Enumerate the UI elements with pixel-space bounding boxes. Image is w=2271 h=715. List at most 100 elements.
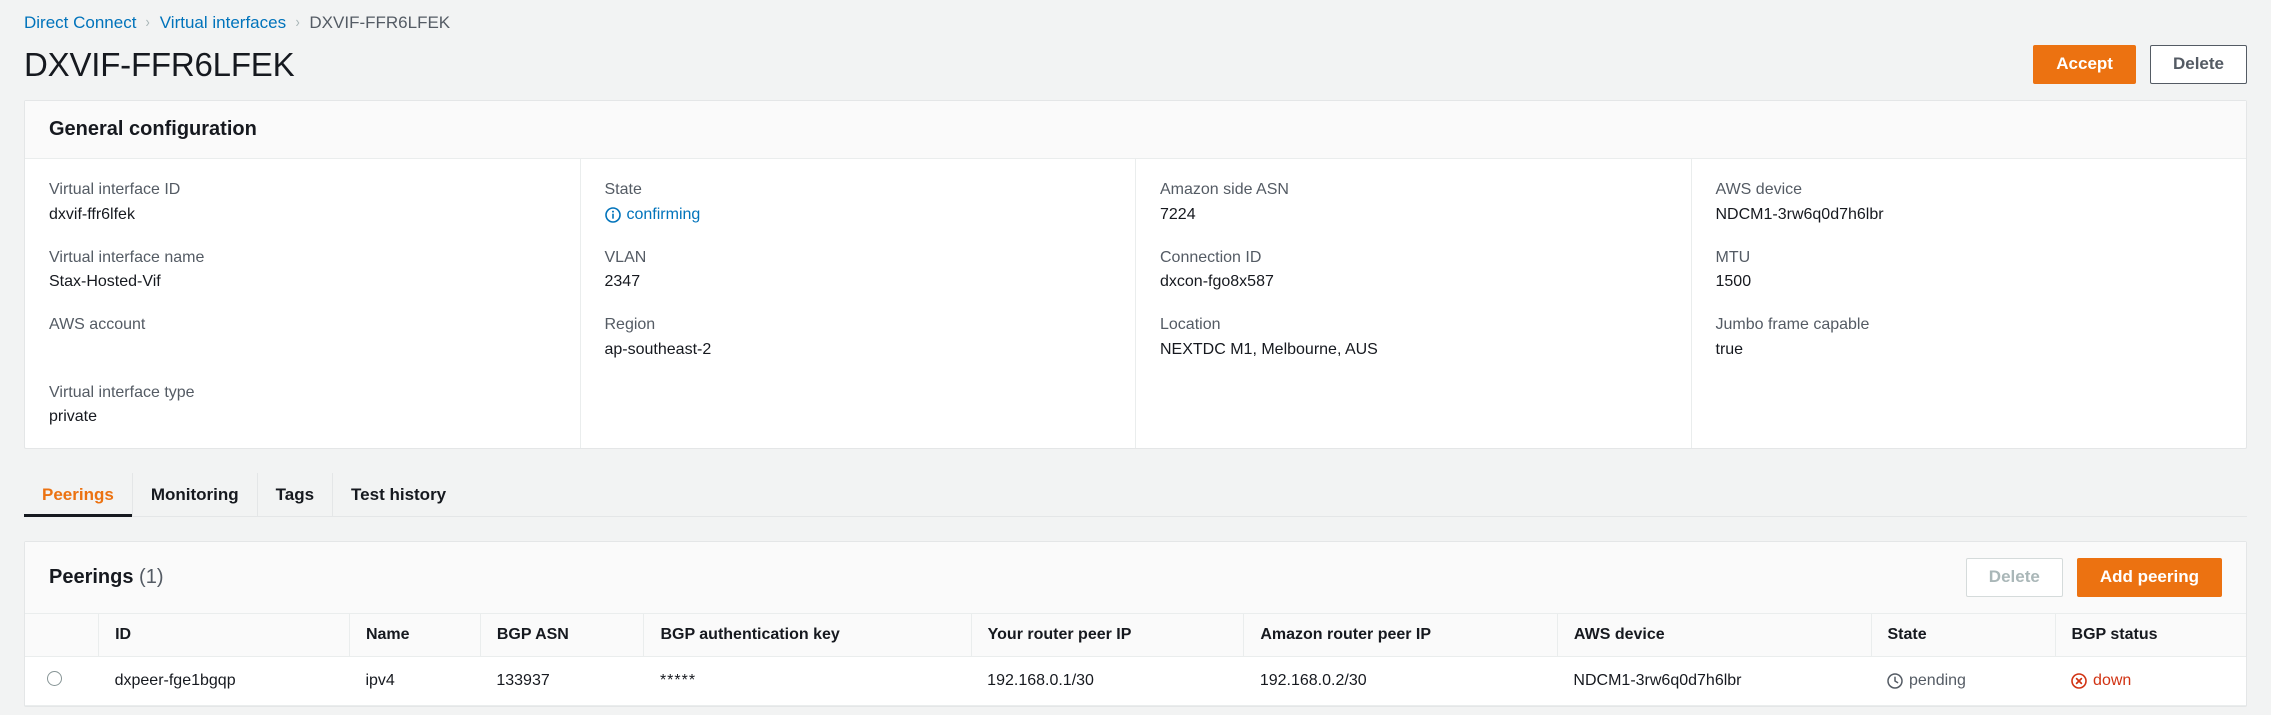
- column-header-aws-device[interactable]: AWS device: [1556, 614, 1871, 658]
- cell-state: pending: [1871, 656, 2056, 707]
- general-configuration-body: Virtual interface ID dxvif-ffr6lfek Virt…: [25, 158, 2247, 449]
- header-actions: Accept Delete: [2033, 45, 2247, 84]
- config-column-4: AWS device NDCM1-3rw6q0d7h6lbr MTU 1500 …: [1692, 159, 2247, 448]
- field-label: Amazon side ASN: [1160, 180, 1289, 198]
- column-header-your-router-peer-ip[interactable]: Your router peer IP: [970, 614, 1244, 658]
- cell-bgp-status: down: [2055, 656, 2246, 707]
- info-icon: [604, 206, 621, 223]
- field-value: 1500: [1715, 273, 1752, 291]
- field-value: confirming: [604, 204, 1112, 226]
- column-header-id[interactable]: ID: [98, 614, 350, 658]
- state-text: confirming: [626, 205, 701, 223]
- field-aws-device: AWS device NDCM1-3rw6q0d7h6lbr: [1716, 179, 2223, 226]
- field-label: AWS device: [1715, 180, 1803, 198]
- field-label: Connection ID: [1160, 248, 1262, 266]
- add-peering-button[interactable]: Add peering: [2076, 558, 2222, 598]
- field-value: dxvif-ffr6lfek: [49, 205, 135, 223]
- breadcrumb-item-current: DXVIF-FFR6LFEK: [309, 13, 451, 32]
- tab-monitoring[interactable]: Monitoring: [133, 473, 258, 517]
- field-virtual-interface-name: Virtual interface name Stax-Hosted-Vif: [49, 247, 556, 294]
- page-header: DXVIF-FFR6LFEK Accept Delete: [0, 31, 2271, 100]
- column-header-bgp-asn[interactable]: BGP ASN: [479, 614, 644, 658]
- peerings-header: Peerings (1) Delete Add peering: [25, 542, 2246, 615]
- field-connection-id: Connection ID dxcon-fgo8x587: [1160, 247, 1667, 294]
- field-value: private: [49, 408, 98, 426]
- tab-peerings[interactable]: Peerings: [24, 473, 133, 518]
- column-header-bgp-status[interactable]: BGP status: [2054, 614, 2246, 658]
- clock-icon: [1887, 673, 1903, 689]
- field-label: Virtual interface type: [49, 383, 195, 401]
- table-header-row: ID Name BGP ASN BGP authentication key Y…: [25, 614, 2246, 658]
- bgp-status-text: down: [2093, 672, 2132, 690]
- field-label: State: [604, 180, 642, 198]
- column-header-state[interactable]: State: [1870, 614, 2056, 658]
- breadcrumb-item-direct-connect[interactable]: Direct Connect: [24, 14, 136, 31]
- state-text: pending: [1909, 672, 1966, 690]
- config-column-1: Virtual interface ID dxvif-ffr6lfek Virt…: [25, 158, 581, 449]
- field-value: [49, 339, 556, 361]
- field-label: AWS account: [49, 316, 146, 334]
- field-aws-account: AWS account: [49, 314, 556, 361]
- field-location: Location NEXTDC M1, Melbourne, AUS: [1160, 314, 1667, 361]
- delete-vif-button[interactable]: Delete: [2149, 45, 2247, 84]
- column-header-amazon-router-peer-ip[interactable]: Amazon router peer IP: [1243, 614, 1558, 658]
- field-label: Region: [604, 316, 656, 334]
- select-all-header: [25, 614, 99, 658]
- field-value: ap-southeast-2: [604, 340, 712, 358]
- cell-bgp-authentication-key: *****: [643, 656, 972, 707]
- cell-name: ipv4: [349, 656, 481, 707]
- row-select-cell: [25, 656, 99, 707]
- field-jumbo-frame-capable: Jumbo frame capable true: [1716, 314, 2223, 361]
- breadcrumb-item-virtual-interfaces[interactable]: Virtual interfaces: [160, 14, 286, 31]
- field-value: true: [1715, 340, 1744, 358]
- peerings-table: ID Name BGP ASN BGP authentication key Y…: [25, 614, 2246, 707]
- field-state: State confirming: [605, 179, 1112, 226]
- page-root: Direct Connect › Virtual interfaces › DX…: [0, 0, 2271, 715]
- field-value: NDCM1-3rw6q0d7h6lbr: [1715, 205, 1884, 223]
- tab-tags[interactable]: Tags: [258, 473, 334, 517]
- breadcrumb: Direct Connect › Virtual interfaces › DX…: [0, 0, 2271, 31]
- error-circle-icon: [2071, 673, 2087, 690]
- field-value: 7224: [1160, 205, 1196, 223]
- field-label: VLAN: [604, 248, 647, 266]
- table-row[interactable]: dxpeer-fge1bgqp ipv4 133937 ***** 192.16…: [25, 656, 2246, 707]
- column-header-name[interactable]: Name: [348, 614, 481, 658]
- status-badge: down: [2071, 672, 2246, 690]
- general-configuration-title: General configuration: [49, 117, 257, 140]
- field-vlan: VLAN 2347: [605, 247, 1112, 294]
- general-configuration-header: General configuration: [25, 100, 2246, 159]
- status-badge: pending: [1887, 672, 2055, 690]
- cell-your-router-peer-ip: 192.168.0.1/30: [971, 656, 1244, 707]
- config-column-3: Amazon side ASN 7224 Connection ID dxcon…: [1136, 158, 1692, 449]
- row-radio-button[interactable]: [47, 671, 62, 687]
- field-virtual-interface-id: Virtual interface ID dxvif-ffr6lfek: [49, 179, 556, 226]
- field-region: Region ap-southeast-2: [605, 314, 1112, 361]
- delete-peering-button[interactable]: Delete: [1965, 558, 2063, 598]
- column-header-bgp-authentication-key[interactable]: BGP authentication key: [643, 614, 972, 658]
- tab-test-history[interactable]: Test history: [333, 473, 464, 516]
- field-amazon-side-asn: Amazon side ASN 7224: [1160, 179, 1667, 226]
- peerings-title: Peerings (1): [49, 565, 164, 590]
- field-label: Virtual interface name: [49, 248, 205, 266]
- accept-button[interactable]: Accept: [2033, 45, 2136, 84]
- field-label: Location: [1160, 316, 1221, 334]
- field-virtual-interface-type: Virtual interface type private: [49, 382, 556, 429]
- config-column-2: State confirming VLAN 2347 Region ap-sou…: [581, 158, 1136, 449]
- cell-aws-device: NDCM1-3rw6q0d7h6lbr: [1557, 656, 1871, 707]
- peerings-card: Peerings (1) Delete Add peering ID Name …: [24, 541, 2247, 708]
- field-value: dxcon-fgo8x587: [1160, 273, 1274, 291]
- cell-amazon-router-peer-ip: 192.168.0.2/30: [1243, 656, 1558, 707]
- peerings-count: (1): [139, 566, 164, 589]
- general-configuration-card: General configuration Virtual interface …: [24, 99, 2247, 450]
- tab-bar: Peerings Monitoring Tags Test history: [24, 473, 2247, 518]
- field-value: NEXTDC M1, Melbourne, AUS: [1160, 340, 1378, 358]
- field-label: Jumbo frame capable: [1715, 316, 1870, 334]
- peerings-actions: Delete Add peering: [1965, 558, 2222, 598]
- cell-id: dxpeer-fge1bgqp: [98, 656, 350, 707]
- chevron-right-icon: ›: [145, 13, 151, 31]
- field-label: MTU: [1715, 248, 1751, 266]
- page-title: DXVIF-FFR6LFEK: [24, 45, 295, 83]
- field-label: Virtual interface ID: [49, 180, 181, 198]
- peerings-title-text: Peerings: [49, 566, 134, 589]
- field-value: 2347: [604, 273, 641, 291]
